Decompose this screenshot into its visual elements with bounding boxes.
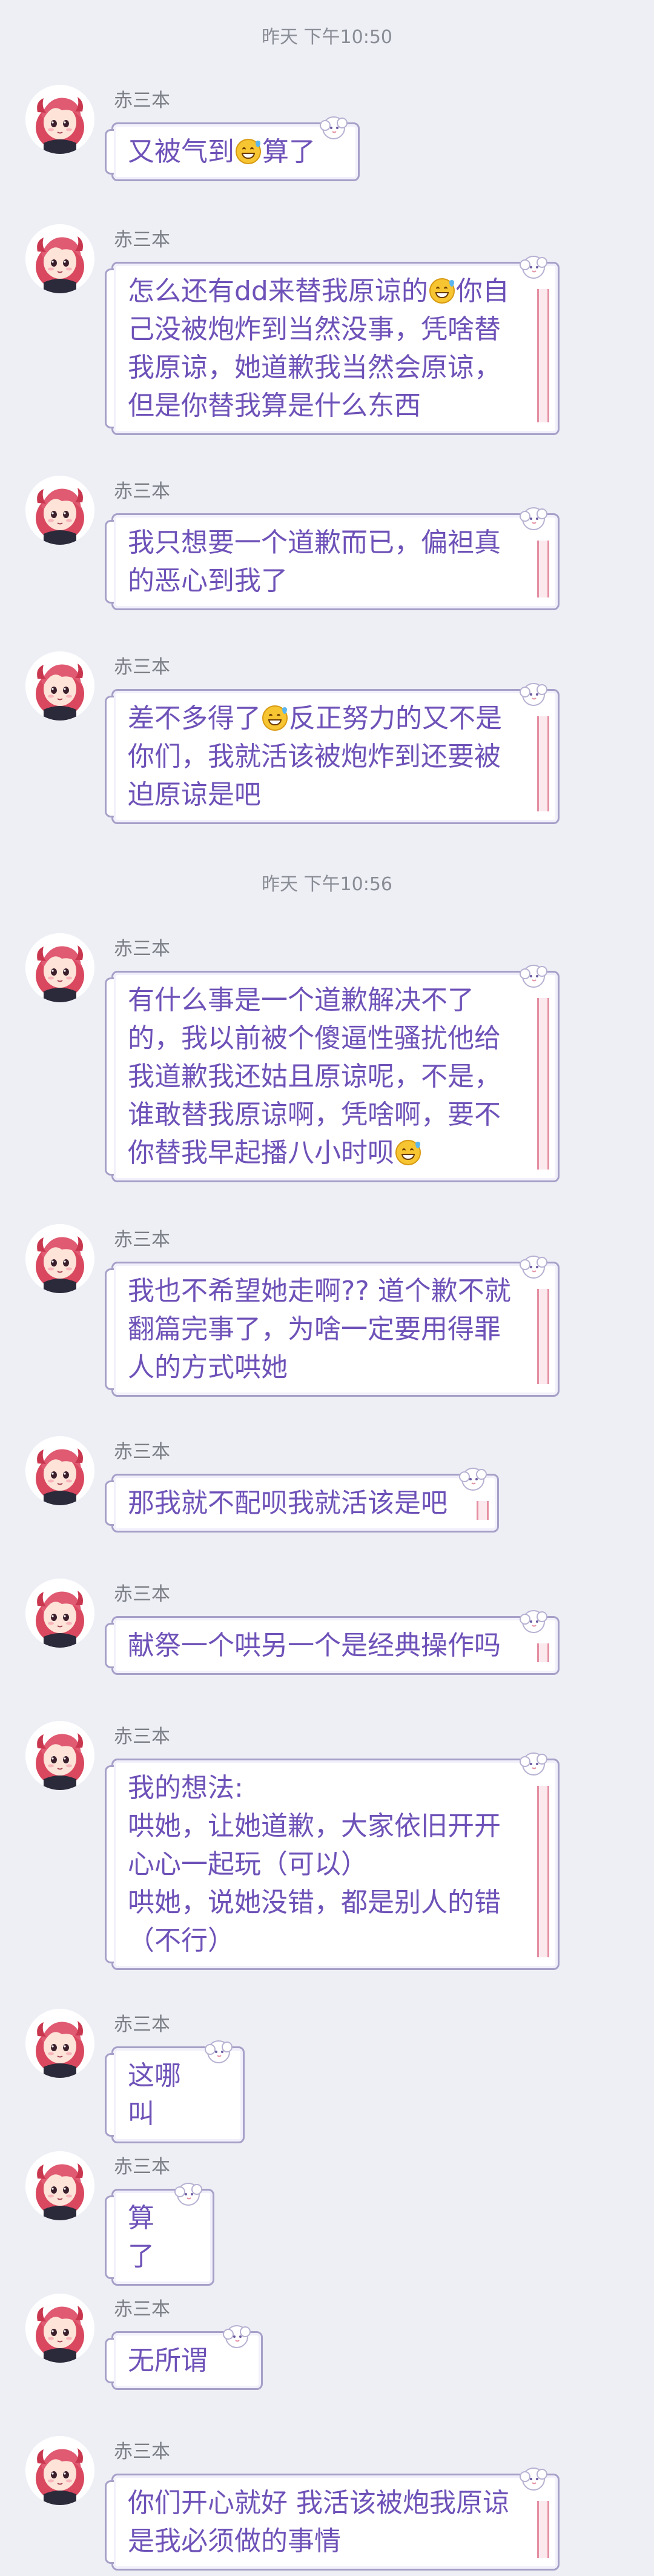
message-text: 你们开心就好 我活该被炮我原谅是我必须做的事情 bbox=[128, 2488, 509, 2557]
message-text: 无所谓 bbox=[128, 2345, 208, 2376]
sender-name: 赤三本 bbox=[114, 1583, 170, 1605]
message-bubble[interactable]: 又被气到 算了 bbox=[105, 116, 360, 181]
avatar[interactable] bbox=[25, 1436, 94, 1505]
avatar[interactable] bbox=[25, 2151, 94, 2220]
sender-name: 赤三本 bbox=[114, 1726, 170, 1748]
avatar[interactable] bbox=[25, 2294, 94, 2363]
message-text: 献祭一个哄另一个是经典操作吗 bbox=[128, 1630, 501, 1661]
message-text: 差不多得了 反正努力的又不是你们，我就活该被炮炸到还要被迫原谅是吧 bbox=[128, 703, 502, 810]
message-text: 算了 bbox=[128, 2203, 154, 2272]
message-bubble[interactable]: 怎么还有dd来替我原谅的 你自己没被炮炸到当然没事，凭啥替我原谅，她道歉我当然会原… bbox=[105, 256, 560, 435]
message-text: 那我就不配呗我就活该是吧 bbox=[128, 1488, 448, 1519]
message-text: 又被气到 算了 bbox=[128, 136, 315, 167]
scroll-rod-icon bbox=[537, 1786, 549, 1957]
avatar[interactable] bbox=[25, 85, 94, 154]
sender-name: 赤三本 bbox=[114, 1229, 170, 1251]
sheep-sticker-icon bbox=[455, 1465, 494, 1503]
sheep-sticker-icon bbox=[219, 2322, 257, 2361]
scroll-rod-icon bbox=[537, 716, 549, 811]
message-text: 我的想法: 哄她，让她道歉，大家依旧开开心心一起玩（可以） 哄她，说她没错，都是… bbox=[128, 1772, 501, 1956]
sender-name: 赤三本 bbox=[114, 656, 170, 678]
sheep-sticker-icon bbox=[200, 2037, 239, 2076]
message-bubble[interactable]: 我也不希望她走啊?? 道个歉不就翻篇完事了，为啥一定要用得罪人的方式哄她 bbox=[105, 1256, 560, 1397]
message-bubble[interactable]: 算了 bbox=[105, 2183, 214, 2286]
sheep-sticker-icon bbox=[515, 2465, 554, 2503]
sender-name: 赤三本 bbox=[114, 481, 170, 502]
avatar[interactable] bbox=[25, 933, 94, 1002]
scroll-rod-icon bbox=[537, 2501, 549, 2558]
message-text: 我只想要一个道歉而已，偏袒真的恶心到我了 bbox=[128, 527, 501, 596]
avatar[interactable] bbox=[25, 224, 94, 293]
message-bubble[interactable]: 我的想法: 哄她，让她道歉，大家依旧开开心心一起玩（可以） 哄她，说她没错，都是… bbox=[105, 1752, 560, 1970]
scroll-rod-icon bbox=[537, 289, 549, 422]
sender-name: 赤三本 bbox=[114, 938, 170, 960]
sender-name: 赤三本 bbox=[114, 229, 170, 251]
scroll-rod-icon bbox=[537, 998, 549, 1170]
sweat-smile-emoji-icon bbox=[236, 139, 261, 164]
sweat-smile-emoji-icon bbox=[395, 1140, 421, 1165]
sender-name: 赤三本 bbox=[114, 1441, 170, 1463]
sheep-sticker-icon bbox=[515, 504, 554, 543]
message-bubble[interactable]: 这哪叫 bbox=[105, 2040, 245, 2143]
scroll-rod-icon bbox=[537, 541, 549, 597]
timestamp: 昨天 下午10:50 bbox=[262, 27, 392, 48]
sheep-sticker-icon bbox=[515, 962, 554, 1000]
avatar[interactable] bbox=[25, 476, 94, 545]
sweat-smile-emoji-icon bbox=[262, 705, 288, 731]
avatar[interactable] bbox=[25, 1721, 94, 1790]
avatar[interactable] bbox=[25, 1224, 94, 1293]
sender-name: 赤三本 bbox=[114, 2298, 170, 2320]
scroll-rod-icon bbox=[537, 1643, 549, 1662]
message-text: 怎么还有dd来替我原谅的 你自己没被炮炸到当然没事，凭啥替我原谅，她道歉我当然会原… bbox=[128, 276, 509, 421]
scroll-rod-icon bbox=[537, 1289, 549, 1384]
sender-name: 赤三本 bbox=[114, 2156, 170, 2178]
sender-name: 赤三本 bbox=[114, 2014, 170, 2035]
message-bubble[interactable]: 我只想要一个道歉而已，偏袒真的恶心到我了 bbox=[105, 507, 560, 610]
message-bubble[interactable]: 献祭一个哄另一个是经典操作吗 bbox=[105, 1610, 560, 1675]
message-text: 有什么事是一个道歉解决不了的，我以前被个傻逼性骚扰他给我道歉我还姑且原谅呢，不是… bbox=[128, 985, 501, 1168]
message-text: 我也不希望她走啊?? 道个歉不就翻篇完事了，为啥一定要用得罪人的方式哄她 bbox=[128, 1276, 511, 1383]
sender-name: 赤三本 bbox=[114, 2441, 170, 2463]
timestamp: 昨天 下午10:56 bbox=[262, 874, 392, 895]
sheep-sticker-icon bbox=[515, 1749, 554, 1788]
avatar[interactable] bbox=[25, 2436, 94, 2505]
message-bubble[interactable]: 差不多得了 反正努力的又不是你们，我就活该被炮炸到还要被迫原谅是吧 bbox=[105, 683, 560, 824]
scroll-rod-icon bbox=[477, 1501, 489, 1520]
sheep-sticker-icon bbox=[515, 1607, 554, 1646]
message-bubble[interactable]: 那我就不配呗我就活该是吧 bbox=[105, 1468, 499, 1533]
sheep-sticker-icon bbox=[515, 253, 554, 291]
message-bubble[interactable]: 有什么事是一个道歉解决不了的，我以前被个傻逼性骚扰他给我道歉我还姑且原谅呢，不是… bbox=[105, 965, 560, 1182]
message-bubble[interactable]: 你们开心就好 我活该被炮我原谅是我必须做的事情 bbox=[105, 2468, 560, 2571]
sheep-sticker-icon bbox=[170, 2180, 209, 2218]
message-bubble[interactable]: 无所谓 bbox=[105, 2325, 263, 2390]
avatar[interactable] bbox=[25, 1579, 94, 1648]
sender-name: 赤三本 bbox=[114, 90, 170, 111]
avatar[interactable] bbox=[25, 2009, 94, 2078]
message-text: 这哪叫 bbox=[128, 2060, 181, 2129]
sweat-smile-emoji-icon bbox=[429, 278, 455, 304]
sheep-sticker-icon bbox=[515, 680, 554, 719]
sheep-sticker-icon bbox=[515, 1253, 554, 1291]
sheep-sticker-icon bbox=[315, 113, 354, 152]
avatar[interactable] bbox=[25, 651, 94, 721]
